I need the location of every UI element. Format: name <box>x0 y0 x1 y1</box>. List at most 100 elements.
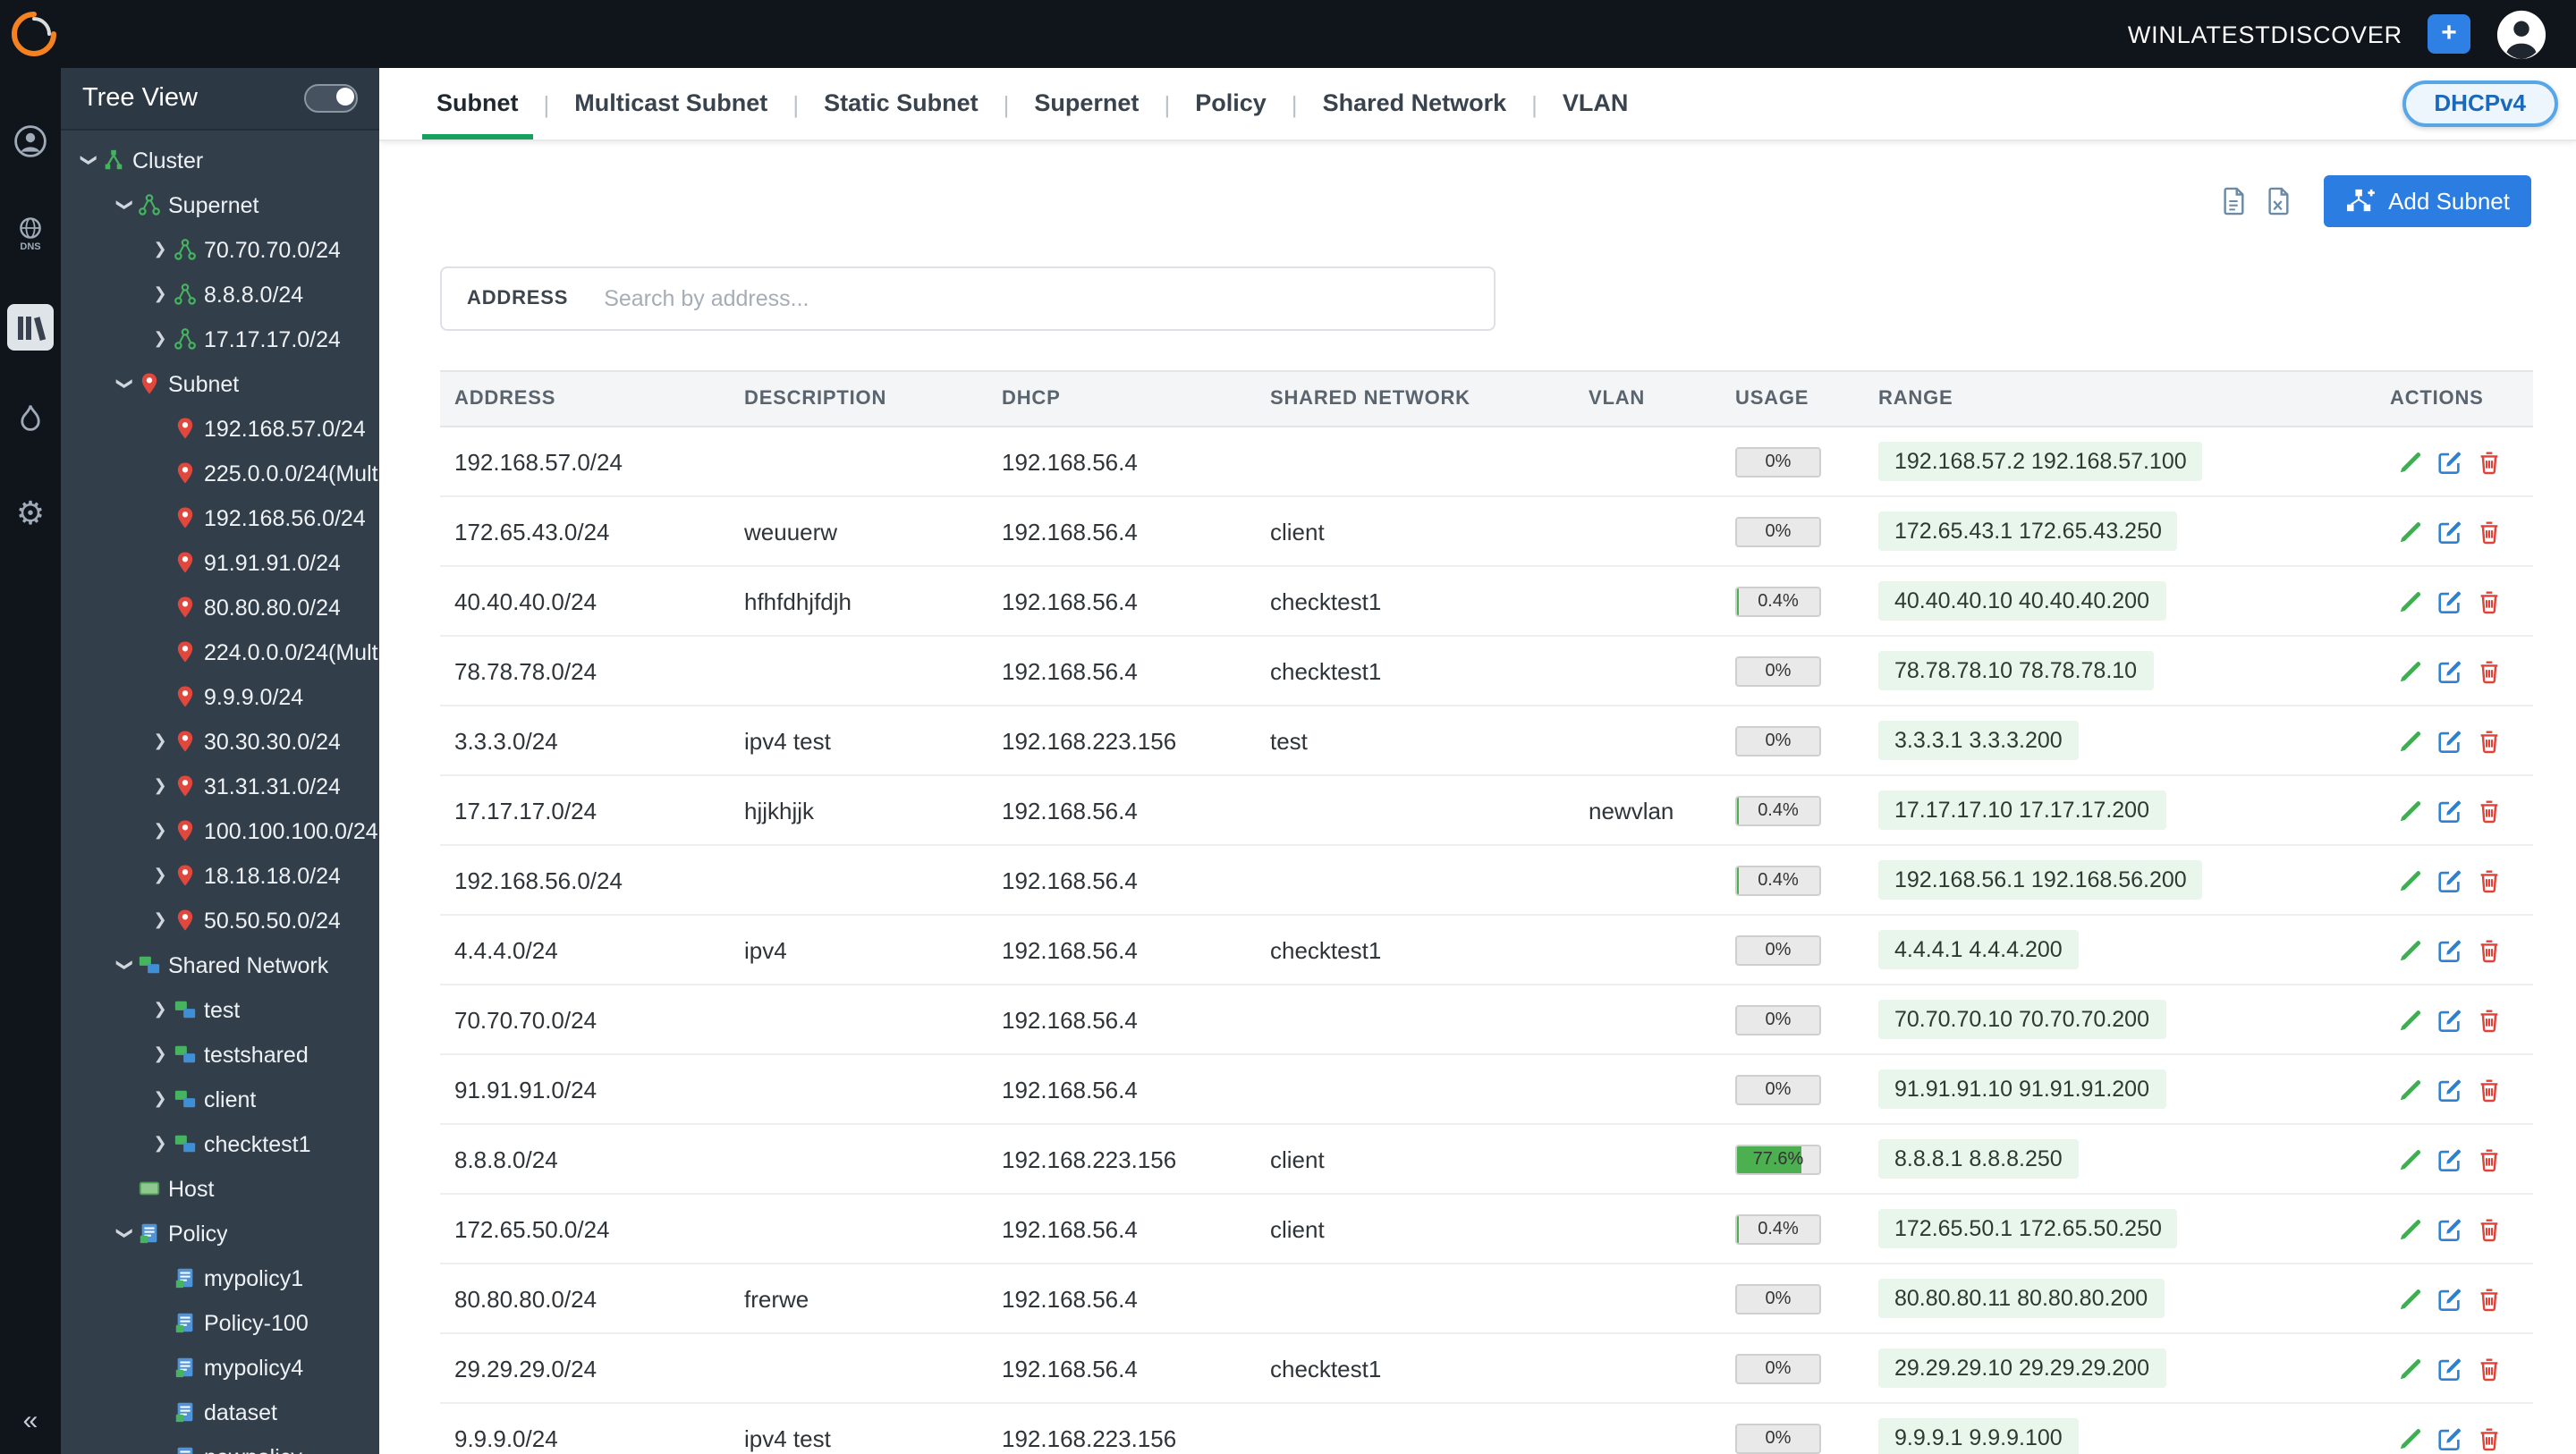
edit-icon[interactable] <box>2429 798 2469 824</box>
user-profile-icon[interactable] <box>7 118 54 165</box>
caret-collapsed-icon[interactable]: ❯ <box>147 731 174 751</box>
table-row[interactable]: 78.78.78.0/24192.168.56.4checktest10%78.… <box>440 636 2533 706</box>
tree-item-cluster[interactable]: ❯Cluster <box>61 138 379 182</box>
collapse-sidebar-button[interactable]: « <box>0 1406 61 1436</box>
column-header-description[interactable]: DESCRIPTION <box>730 371 987 427</box>
caret-collapsed-icon[interactable]: ❯ <box>147 1089 174 1109</box>
scan-pen-icon[interactable] <box>2390 937 2429 964</box>
table-row[interactable]: 192.168.57.0/24192.168.56.40%192.168.57.… <box>440 427 2533 496</box>
tab-vlan[interactable]: VLAN <box>1538 68 1654 139</box>
scan-pen-icon[interactable] <box>2390 1007 2429 1034</box>
edit-icon[interactable] <box>2429 867 2469 894</box>
tree-item-80-80-80-0-24[interactable]: 80.80.80.0/24 <box>61 585 379 630</box>
tree-item-policy-100[interactable]: Policy-100 <box>61 1300 379 1345</box>
scan-pen-icon[interactable] <box>2390 798 2429 824</box>
tab-shared-network[interactable]: Shared Network <box>1298 68 1532 139</box>
delete-icon[interactable] <box>2469 1425 2508 1452</box>
table-row[interactable]: 9.9.9.0/24ipv4 test192.168.223.1560%9.9.… <box>440 1403 2533 1454</box>
tree-item-supernet[interactable]: ❯Supernet <box>61 182 379 227</box>
delete-icon[interactable] <box>2469 1007 2508 1034</box>
tree-item-mypolicy1[interactable]: mypolicy1 <box>61 1255 379 1300</box>
edit-icon[interactable] <box>2429 728 2469 755</box>
edit-icon[interactable] <box>2429 1007 2469 1034</box>
tree-item-192-168-56-0-24[interactable]: 192.168.56.0/24 <box>61 495 379 540</box>
tree-item-70-70-70-0-24[interactable]: ❯70.70.70.0/24 <box>61 227 379 272</box>
edit-icon[interactable] <box>2429 1286 2469 1313</box>
tree-view-toggle[interactable] <box>304 84 358 113</box>
table-row[interactable]: 3.3.3.0/24ipv4 test192.168.223.156test0%… <box>440 706 2533 775</box>
tree-item-192-168-57-0-24[interactable]: 192.168.57.0/24 <box>61 406 379 451</box>
table-row[interactable]: 80.80.80.0/24frerwe192.168.56.40%80.80.8… <box>440 1264 2533 1333</box>
caret-expanded-icon[interactable]: ❯ <box>114 951 134 978</box>
delete-icon[interactable] <box>2469 728 2508 755</box>
tree-item-checktest1[interactable]: ❯checktest1 <box>61 1121 379 1166</box>
tree-item-30-30-30-0-24[interactable]: ❯30.30.30.0/24 <box>61 719 379 764</box>
dhcp-flame-icon[interactable] <box>7 397 54 444</box>
edit-icon[interactable] <box>2429 519 2469 545</box>
tab-subnet[interactable]: Subnet <box>411 68 544 139</box>
tree-item-224-0-0-0-24-multicast[interactable]: 224.0.0.0/24(Multicast) <box>61 630 379 674</box>
column-header-dhcp[interactable]: DHCP <box>987 371 1256 427</box>
tab-supernet[interactable]: Supernet <box>1009 68 1164 139</box>
app-logo[interactable] <box>0 0 68 68</box>
tree-item-shared-network[interactable]: ❯Shared Network <box>61 943 379 987</box>
caret-collapsed-icon[interactable]: ❯ <box>147 240 174 259</box>
protocol-badge[interactable]: DHCPv4 <box>2402 80 2558 127</box>
delete-icon[interactable] <box>2469 1146 2508 1173</box>
edit-icon[interactable] <box>2429 588 2469 615</box>
tab-policy[interactable]: Policy <box>1170 68 1292 139</box>
tree-item-17-17-17-0-24[interactable]: ❯17.17.17.0/24 <box>61 317 379 361</box>
scan-pen-icon[interactable] <box>2390 1146 2429 1173</box>
delete-icon[interactable] <box>2469 1077 2508 1103</box>
table-row[interactable]: 192.168.56.0/24192.168.56.40.4%192.168.5… <box>440 845 2533 915</box>
settings-gear-icon[interactable]: ⚙ <box>7 490 54 537</box>
export-excel-icon[interactable] <box>2265 185 2292 216</box>
scan-pen-icon[interactable] <box>2390 519 2429 545</box>
delete-icon[interactable] <box>2469 519 2508 545</box>
scan-pen-icon[interactable] <box>2390 449 2429 476</box>
tree-item-9-9-9-0-24[interactable]: 9.9.9.0/24 <box>61 674 379 719</box>
delete-icon[interactable] <box>2469 937 2508 964</box>
caret-collapsed-icon[interactable]: ❯ <box>147 776 174 796</box>
table-row[interactable]: 172.65.43.0/24weuuerw192.168.56.4client0… <box>440 496 2533 566</box>
edit-icon[interactable] <box>2429 1425 2469 1452</box>
table-row[interactable]: 17.17.17.0/24hjjkhjjk192.168.56.4newvlan… <box>440 775 2533 845</box>
tree-item-host[interactable]: Host <box>61 1166 379 1211</box>
scan-pen-icon[interactable] <box>2390 1425 2429 1452</box>
add-subnet-button[interactable]: Add Subnet <box>2324 174 2531 226</box>
caret-collapsed-icon[interactable]: ❯ <box>147 284 174 304</box>
table-row[interactable]: 172.65.50.0/24192.168.56.4client0.4%172.… <box>440 1194 2533 1264</box>
scan-pen-icon[interactable] <box>2390 728 2429 755</box>
table-row[interactable]: 70.70.70.0/24192.168.56.40%70.70.70.10 7… <box>440 985 2533 1054</box>
scan-pen-icon[interactable] <box>2390 588 2429 615</box>
delete-icon[interactable] <box>2469 798 2508 824</box>
scan-pen-icon[interactable] <box>2390 1286 2429 1313</box>
edit-icon[interactable] <box>2429 1356 2469 1382</box>
ipam-library-icon[interactable] <box>7 304 54 351</box>
column-header-range[interactable]: RANGE <box>1864 371 2376 427</box>
column-header-shared-network[interactable]: SHARED NETWORK <box>1256 371 1574 427</box>
search-input[interactable] <box>600 284 1469 313</box>
tree-item-subnet[interactable]: ❯Subnet <box>61 361 379 406</box>
delete-icon[interactable] <box>2469 1286 2508 1313</box>
scan-pen-icon[interactable] <box>2390 867 2429 894</box>
tree-item-testshared[interactable]: ❯testshared <box>61 1032 379 1077</box>
delete-icon[interactable] <box>2469 658 2508 685</box>
export-pdf-icon[interactable] <box>2220 185 2247 216</box>
edit-icon[interactable] <box>2429 937 2469 964</box>
table-row[interactable]: 8.8.8.0/24192.168.223.156client77.6%8.8.… <box>440 1124 2533 1194</box>
table-row[interactable]: 29.29.29.0/24192.168.56.4checktest10%29.… <box>440 1333 2533 1403</box>
edit-icon[interactable] <box>2429 1146 2469 1173</box>
tree-item-client[interactable]: ❯client <box>61 1077 379 1121</box>
table-row[interactable]: 91.91.91.0/24192.168.56.40%91.91.91.10 9… <box>440 1054 2533 1124</box>
scan-pen-icon[interactable] <box>2390 1077 2429 1103</box>
delete-icon[interactable] <box>2469 1216 2508 1243</box>
tree-item-225-0-0-0-24-multicast[interactable]: 225.0.0.0/24(Multicast) <box>61 451 379 495</box>
tab-static-subnet[interactable]: Static Subnet <box>799 68 1004 139</box>
user-avatar-icon[interactable] <box>2496 8 2547 60</box>
tree-item-mypolicy4[interactable]: mypolicy4 <box>61 1345 379 1390</box>
caret-expanded-icon[interactable]: ❯ <box>114 370 134 397</box>
caret-collapsed-icon[interactable]: ❯ <box>147 1134 174 1154</box>
caret-collapsed-icon[interactable]: ❯ <box>147 866 174 885</box>
tree-item-31-31-31-0-24[interactable]: ❯31.31.31.0/24 <box>61 764 379 808</box>
